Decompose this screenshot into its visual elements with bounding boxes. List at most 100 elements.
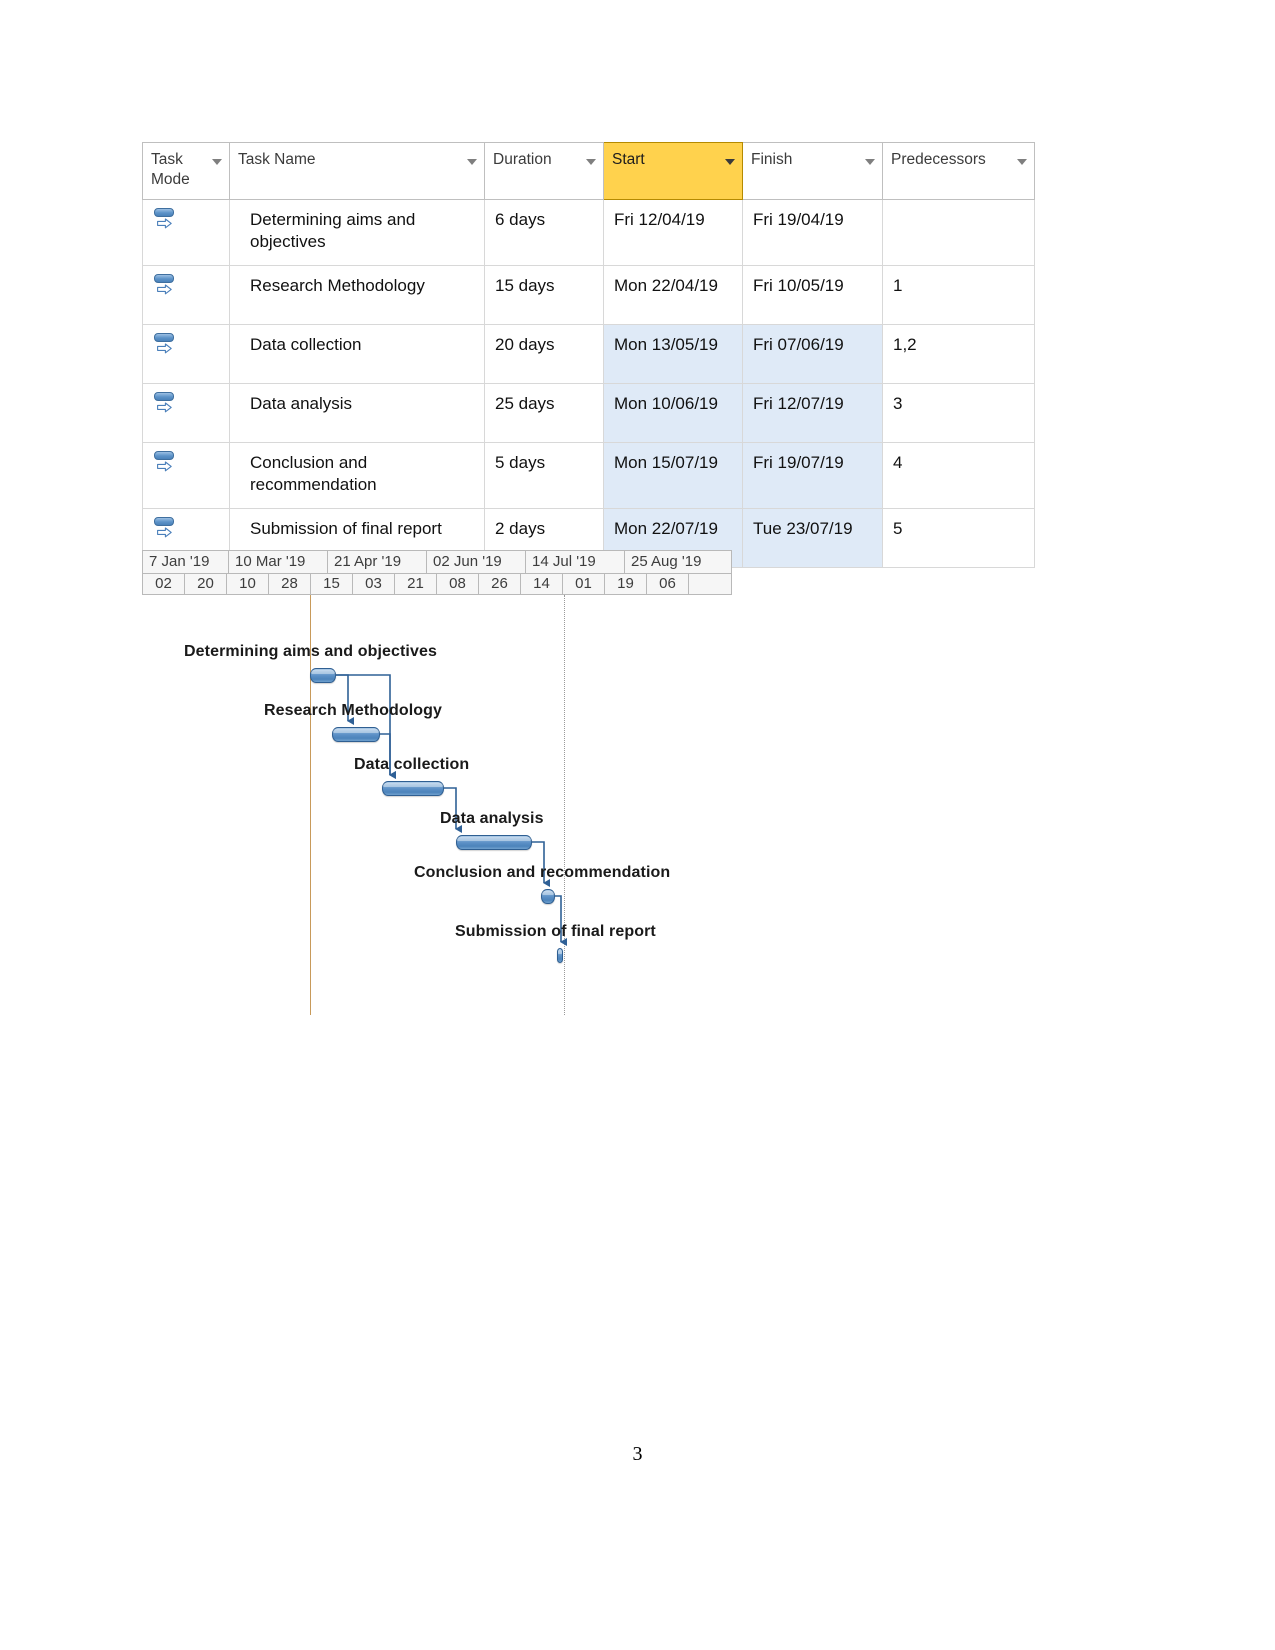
cell-finish[interactable]: Fri 10/05/19 [742, 264, 883, 325]
cell-start[interactable]: Fri 12/04/19 [603, 198, 743, 266]
cell-finish[interactable]: Fri 07/06/19 [742, 323, 883, 384]
column-header-predecessors[interactable]: Predecessors [882, 142, 1035, 200]
gantt-timescale-major: 7 Jan '19 10 Mar '19 21 Apr '19 02 Jun '19 1… [142, 550, 732, 573]
filter-dropdown-icon[interactable] [865, 159, 875, 165]
manually-scheduled-icon [153, 449, 183, 479]
gantt-bar[interactable] [557, 948, 563, 963]
cell-start[interactable]: Mon 15/07/19 [603, 441, 743, 510]
cell-task-name[interactable]: Data collection [229, 323, 485, 384]
gantt-bar[interactable] [456, 835, 532, 850]
gantt-timescale-minor: 02 20 10 28 15 03 21 08 26 14 01 19 06 [142, 573, 732, 595]
manually-scheduled-icon [153, 331, 183, 361]
table-row[interactable]: Research Methodology 15 days Mon 22/04/19 F… [142, 264, 1035, 325]
gantt-bar[interactable] [332, 727, 380, 742]
column-header-duration[interactable]: Duration [484, 142, 604, 200]
filter-dropdown-icon[interactable] [725, 159, 735, 165]
cell-finish[interactable]: Fri 19/07/19 [742, 441, 883, 510]
column-header-finish[interactable]: Finish [742, 142, 883, 200]
column-header-label: Finish [751, 151, 793, 168]
cell-duration[interactable]: 20 days [484, 323, 604, 384]
column-header-label: Duration [493, 151, 552, 168]
cell-task-mode[interactable] [142, 382, 230, 443]
cell-start[interactable]: Mon 10/06/19 [603, 382, 743, 443]
cell-start[interactable]: Mon 22/04/19 [603, 264, 743, 325]
timescale-major-cell: 21 Apr '19 [328, 551, 427, 573]
manually-scheduled-icon [153, 390, 183, 420]
table-row[interactable]: Data analysis 25 days Mon 10/06/19 Fri 12/0… [142, 382, 1035, 443]
table-row[interactable]: Conclusion and recommendation 5 days Mon 1… [142, 441, 1035, 510]
timescale-minor-cell: 20 [185, 574, 227, 594]
filter-dropdown-icon[interactable] [1017, 159, 1027, 165]
cell-predecessors[interactable]: 5 [882, 508, 1035, 569]
cell-predecessors[interactable]: 3 [882, 382, 1035, 443]
cell-task-mode[interactable] [142, 264, 230, 325]
column-header-label: Task Name [238, 151, 316, 168]
cell-finish[interactable]: Tue 23/07/19 [742, 508, 883, 569]
status-gridline [564, 595, 565, 1015]
timescale-minor-cell: 21 [395, 574, 437, 594]
timescale-major-cell: 7 Jan '19 [143, 551, 229, 573]
timescale-minor-cell: 01 [563, 574, 605, 594]
gantt-bar-label: Submission of final report [455, 923, 656, 940]
gantt-bar-label: Data collection [354, 756, 470, 773]
gantt-bar[interactable] [310, 668, 336, 683]
cell-predecessors[interactable]: 1,2 [882, 323, 1035, 384]
column-header-task-mode[interactable]: Task Mode [142, 142, 230, 200]
filter-dropdown-icon[interactable] [212, 159, 222, 165]
timescale-minor-cell: 08 [437, 574, 479, 594]
timescale-minor-cell: 26 [479, 574, 521, 594]
table-header-row: Task Mode Task Name Duration Start Finis… [142, 142, 1035, 200]
cell-finish[interactable]: Fri 12/07/19 [742, 382, 883, 443]
gantt-bar-label: Research Methodology [264, 702, 443, 719]
cell-predecessors[interactable]: 1 [882, 264, 1035, 325]
cell-task-mode[interactable] [142, 441, 230, 510]
page-number: 3 [632, 1443, 643, 1465]
filter-dropdown-icon[interactable] [586, 159, 596, 165]
gantt-bar[interactable] [541, 889, 555, 904]
project-task-table: Task Mode Task Name Duration Start Finis… [142, 142, 1035, 569]
cell-predecessors[interactable] [882, 198, 1035, 266]
timescale-minor-cell: 14 [521, 574, 563, 594]
timescale-minor-cell: 02 [143, 574, 185, 594]
column-header-label: Predecessors [891, 151, 986, 168]
cell-predecessors[interactable]: 4 [882, 441, 1035, 510]
timescale-minor-cell [689, 574, 731, 594]
timescale-minor-cell: 28 [269, 574, 311, 594]
cell-task-mode[interactable] [142, 323, 230, 384]
column-header-task-name[interactable]: Task Name [229, 142, 485, 200]
cell-duration[interactable]: 15 days [484, 264, 604, 325]
timescale-major-cell: 25 Aug '19 [631, 553, 702, 570]
cell-task-name[interactable]: Determining aims and objectives [229, 198, 485, 266]
cell-task-name[interactable]: Conclusion and recommendation [229, 441, 485, 510]
column-header-start[interactable]: Start [603, 142, 743, 200]
cell-start[interactable]: Mon 13/05/19 [603, 323, 743, 384]
timescale-minor-cell: 03 [353, 574, 395, 594]
timescale-major-cell: 02 Jun '19 [427, 551, 526, 573]
manually-scheduled-icon [153, 206, 183, 236]
timescale-major-cell: 14 Jul '19 [526, 551, 625, 573]
column-header-label: Start [612, 151, 645, 168]
table-row[interactable]: Data collection 20 days Mon 13/05/19 Fri 07… [142, 323, 1035, 384]
cell-task-mode[interactable] [142, 198, 230, 266]
table-row[interactable]: Determining aims and objectives 6 days Fri… [142, 198, 1035, 266]
cell-duration[interactable]: 25 days [484, 382, 604, 443]
filter-dropdown-icon[interactable] [467, 159, 477, 165]
timescale-minor-cell: 10 [227, 574, 269, 594]
column-header-label: Task Mode [151, 151, 190, 188]
timescale-minor-cell: 06 [647, 574, 689, 594]
timescale-major-cell: 10 Mar '19 [229, 551, 328, 573]
cell-finish[interactable]: Fri 19/04/19 [742, 198, 883, 266]
cell-duration[interactable]: 5 days [484, 441, 604, 510]
manually-scheduled-icon [153, 515, 183, 545]
cell-task-name[interactable]: Data analysis [229, 382, 485, 443]
gantt-canvas[interactable]: Determining aims and objectives Research … [142, 595, 732, 1015]
cell-duration[interactable]: 6 days [484, 198, 604, 266]
timescale-minor-cell: 19 [605, 574, 647, 594]
timescale-minor-cell: 15 [311, 574, 353, 594]
gantt-chart: 7 Jan '19 10 Mar '19 21 Apr '19 02 Jun '19 1… [142, 550, 732, 1015]
gantt-bar-label: Determining aims and objectives [184, 643, 437, 660]
cell-task-name[interactable]: Research Methodology [229, 264, 485, 325]
gantt-bar-label: Data analysis [440, 810, 544, 827]
gantt-bar[interactable] [382, 781, 444, 796]
gantt-bar-label: Conclusion and recommendation [414, 864, 671, 881]
